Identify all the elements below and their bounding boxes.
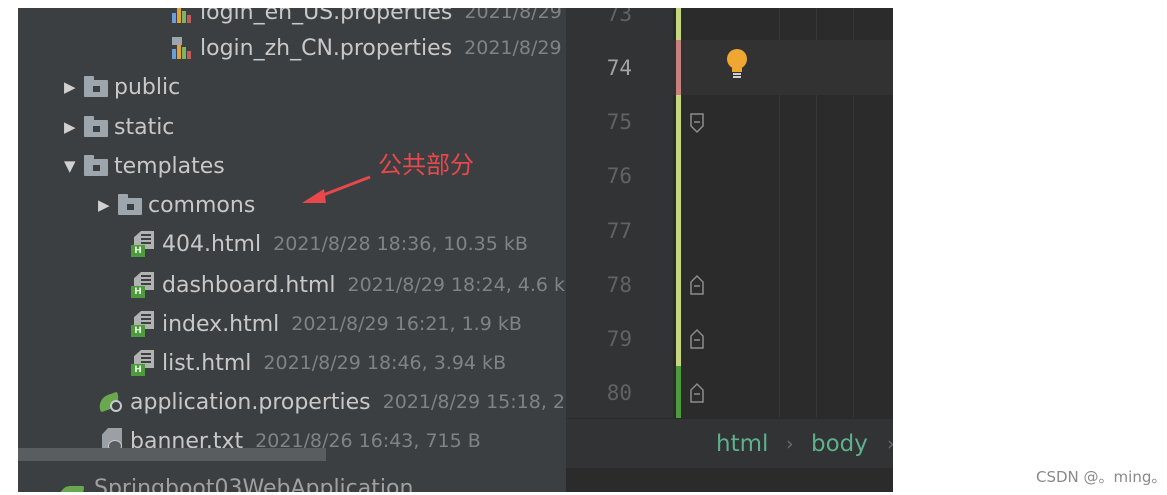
html-file-icon: H [130,350,158,376]
tree-item-label: commons [148,192,256,218]
project-tree: login_en_US.properties 2021/8/29 login_z… [18,8,566,492]
line-number: 79 [606,327,632,351]
fold-end-icon[interactable] [689,382,705,404]
spring-app-icon [60,486,84,492]
tree-item-label: dashboard.html [162,272,336,298]
breadcrumb-item-body[interactable]: body [811,431,868,457]
breadcrumb-separator: › [887,433,893,455]
tree-item-label: templates [114,153,225,179]
tree-item-application-class[interactable]: Springboot03WebApplication [94,476,413,492]
tree-item-dashboard-html[interactable]: H dashboard.html 2021/8/29 18:24, 4.6 k [130,269,565,301]
tree-item-meta: 2021/8/28 18:36, 10.35 kB [273,233,528,255]
html-file-icon: H [130,311,158,337]
properties-file-icon [168,8,196,25]
tree-item-meta: 2021/8/29 16:21, 1.9 kB [291,313,522,335]
chevron-right-icon[interactable]: ▶ [64,78,82,96]
tree-item-404-html[interactable]: H 404.html 2021/8/28 18:36, 10.35 kB [130,228,528,260]
tree-item-meta: 2021/8/29 15:18, 2 [382,391,566,413]
line-number: 78 [606,273,632,297]
folder-icon [82,153,110,179]
line-number: 73 [606,8,632,26]
line-number: 75 [606,110,632,134]
tree-item-login-zh-cn[interactable]: login_zh_CN.properties 2021/8/29 [168,32,562,64]
folder-icon [116,192,144,218]
chevron-right-icon[interactable]: ▶ [98,196,116,214]
tree-item-meta: 2021/8/29 [464,8,562,23]
breadcrumb: html › body › [566,418,893,469]
properties-file-icon [168,35,196,61]
vcs-added-marker[interactable] [676,366,681,418]
tree-item-meta: 2021/8/29 [464,37,562,59]
tree-item-list-html[interactable]: H list.html 2021/8/29 18:46, 3.94 kB [130,347,506,379]
tree-item-index-html[interactable]: H index.html 2021/8/29 16:21, 1.9 kB [130,308,522,340]
line-number-current: 74 [606,56,632,80]
fold-icon[interactable] [689,112,705,134]
tree-item-commons[interactable]: ▶ commons [98,189,255,221]
ide-window: login_en_US.properties 2021/8/29 login_z… [18,8,893,492]
chevron-down-icon[interactable]: ▼ [64,157,82,175]
breadcrumb-item-html[interactable]: html [716,431,768,457]
vcs-modified-marker[interactable] [676,40,681,95]
html-file-icon: H [130,272,158,298]
annotation-label: 公共部分 [378,151,474,179]
tree-item-label: index.html [162,311,280,337]
folder-icon [82,114,110,140]
breadcrumb-separator: › [786,433,794,455]
tree-item-login-en-us[interactable]: login_en_US.properties 2021/8/29 [168,8,562,28]
tree-item-static[interactable]: ▶ static [64,111,174,143]
tree-item-meta: 2021/8/29 18:24, 4.6 k [347,274,566,296]
tree-item-label: login_zh_CN.properties [200,35,453,61]
annotation-arrow-icon [302,175,371,203]
tree-item-templates[interactable]: ▼ templates [64,150,225,182]
watermark: CSDN @。ming。 [1036,468,1167,486]
tree-item-label: static [114,114,175,140]
tree-item-label: application.properties [130,389,371,415]
line-number: 80 [606,381,632,405]
horizontal-scrollbar[interactable] [18,448,326,461]
current-line-highlight [673,40,893,95]
html-file-icon: H [130,231,158,257]
tree-item-label: 404.html [162,231,262,257]
folder-icon [82,74,110,100]
spring-config-icon [96,389,126,415]
tree-item-public[interactable]: ▶ public [64,71,180,103]
fold-end-icon[interactable] [689,274,705,296]
tree-item-label: public [114,74,181,100]
lightbulb-icon[interactable] [726,48,748,80]
line-number: 77 [606,219,632,243]
tree-item-application-properties[interactable]: application.properties 2021/8/29 15:18, … [96,386,566,418]
fold-end-icon[interactable] [689,328,705,350]
line-number: 76 [606,164,632,188]
editor-bottom-area [566,468,893,492]
tree-item-label: list.html [162,350,252,376]
chevron-right-icon[interactable]: ▶ [64,118,82,136]
tree-item-label: login_en_US.properties [200,8,453,25]
line-number-gutter: 73 74 75 76 77 78 79 80 [566,8,673,418]
tree-item-meta: 2021/8/29 18:46, 3.94 kB [263,352,507,374]
